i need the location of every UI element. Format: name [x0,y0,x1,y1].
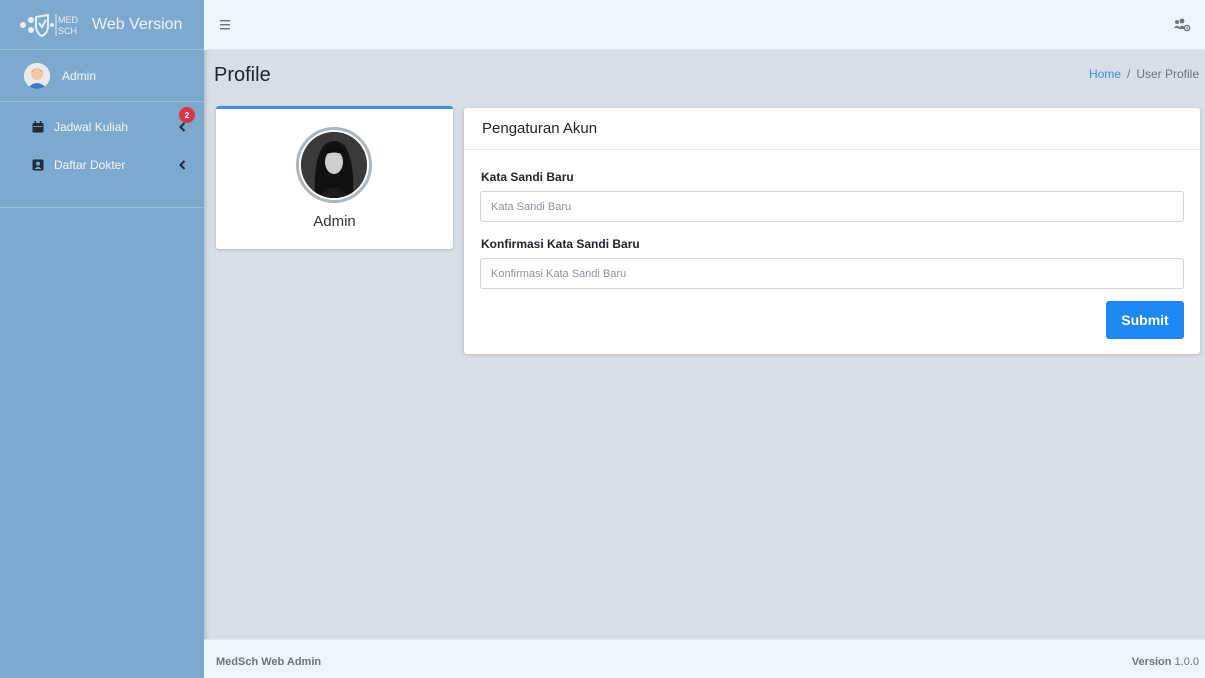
chevron-left-icon [178,159,186,171]
id-card-icon [32,159,44,171]
medsch-logo: MED SCH [18,12,80,38]
page-title: Profile [214,64,271,86]
hamburger-menu-icon[interactable] [218,17,234,33]
brand[interactable]: MED SCH Web Version [0,0,204,50]
sidebar-item-jadwal-kuliah[interactable]: Jadwal Kuliah 2 [0,107,204,140]
calendar-icon [32,121,44,133]
user-panel[interactable]: Admin [0,50,204,102]
new-password-label: Kata Sandi Baru [481,170,574,184]
footer-version: Version 1.0.0 [1132,656,1199,668]
profile-name: Admin [313,213,356,230]
confirm-password-label: Konfirmasi Kata Sandi Baru [481,237,640,251]
users-cog-icon[interactable] [1173,17,1191,33]
breadcrumb-current: User Profile [1136,67,1199,81]
top-navbar [204,0,1205,50]
breadcrumb-home-link[interactable]: Home [1089,67,1121,81]
version-value: 1.0.0 [1174,656,1199,668]
brand-title: Web Version [92,15,183,33]
profile-picture [296,127,372,203]
footer: MedSch Web Admin Version 1.0.0 [204,639,1205,678]
submit-button[interactable]: Submit [1106,301,1184,339]
breadcrumb-separator: / [1126,67,1131,81]
profile-card: Admin [216,106,453,249]
sidebar-item-label: Jadwal Kuliah [54,120,129,134]
breadcrumb: Home / User Profile [1089,67,1199,81]
sidebar-nav: Jadwal Kuliah 2 Daftar Dokter [0,102,204,208]
user-name: Admin [62,68,97,83]
confirm-password-input[interactable] [480,258,1184,289]
svg-text:MED: MED [58,15,79,25]
sidebar: MED SCH Web Version Admin Jadwal Kuliah … [0,0,204,678]
admin-avatar-icon [24,62,50,89]
card-title: Pengaturan Akun [464,108,1200,150]
account-settings-card: Pengaturan Akun Kata Sandi Baru Konfirma… [464,108,1200,354]
chevron-left-icon [178,121,186,133]
svg-text:SCH: SCH [58,26,77,36]
sidebar-item-label: Daftar Dokter [54,158,126,172]
version-label: Version [1131,656,1172,668]
footer-app-name: MedSch Web Admin [216,656,322,668]
sidebar-item-daftar-dokter[interactable]: Daftar Dokter [0,152,204,178]
new-password-input[interactable] [480,191,1184,222]
